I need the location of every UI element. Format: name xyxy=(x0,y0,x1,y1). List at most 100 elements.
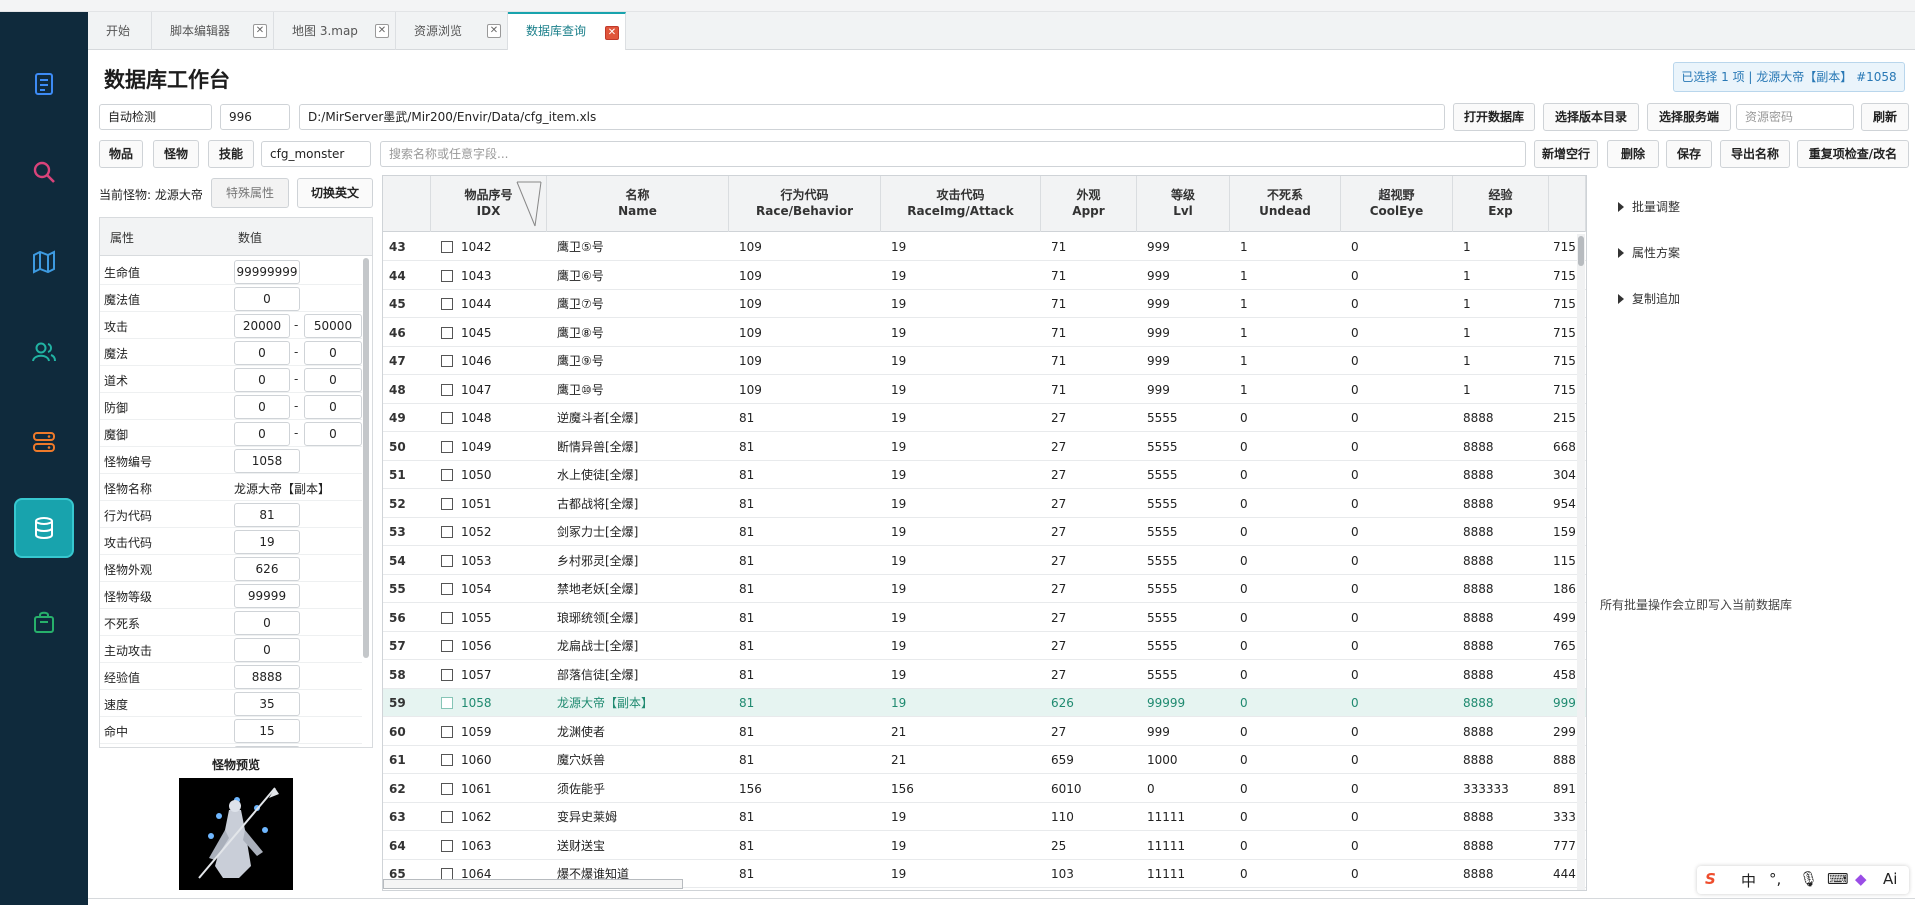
grid-column-header[interactable] xyxy=(383,176,431,232)
ime-ai[interactable]: Ai xyxy=(1883,870,1897,888)
grid-horizontal-scrollbar[interactable] xyxy=(383,879,683,889)
password-input[interactable]: 资源密码 xyxy=(1736,104,1854,130)
row-checkbox[interactable] xyxy=(441,355,453,367)
nav-bag-icon[interactable] xyxy=(14,592,74,652)
table-row[interactable]: 60 1059 龙渊使者 81 21 27 999 0 0 8888 299 xyxy=(383,718,1586,746)
close-icon[interactable]: ✕ xyxy=(253,24,267,38)
detect-select[interactable]: 自动检测 xyxy=(99,104,212,130)
table-row[interactable]: 45 1044 鹰卫⑦号 109 19 71 999 1 0 1 715 xyxy=(383,290,1586,318)
skin-icon[interactable]: ◆ xyxy=(1855,870,1867,888)
refresh-button[interactable]: 刷新 xyxy=(1861,103,1909,131)
ime-language[interactable]: 中 xyxy=(1741,870,1756,891)
tab-database-query[interactable]: 数据库查询 ✕ xyxy=(508,12,626,50)
table-row[interactable]: 54 1053 乡村邪灵[全爆] 81 19 27 5555 0 0 8888 115 xyxy=(383,547,1586,575)
property-value-input[interactable]: 99999999 xyxy=(234,260,300,284)
property-value-input[interactable]: 0 xyxy=(234,422,290,446)
property-scrollbar[interactable] xyxy=(363,258,369,658)
grid-column-header[interactable]: 超视野 CoolEye xyxy=(1341,176,1453,232)
property-value-input[interactable]: 750 xyxy=(234,746,300,747)
grid-vertical-scrollbar[interactable] xyxy=(1577,234,1585,890)
tab-script-editor[interactable]: 脚本编辑器 ✕ xyxy=(152,12,274,50)
row-checkbox[interactable] xyxy=(441,611,453,624)
number-field[interactable]: 996 xyxy=(220,104,290,130)
table-row[interactable]: 49 1048 逆魔斗者[全爆] 81 19 27 5555 0 0 8888 215 xyxy=(383,404,1586,432)
nav-database-icon[interactable] xyxy=(14,498,74,558)
nav-users-icon[interactable] xyxy=(14,322,74,382)
property-value-input[interactable]: 99999 xyxy=(234,584,300,608)
export-names-button[interactable]: 导出名称 xyxy=(1720,140,1790,168)
row-checkbox[interactable] xyxy=(441,697,453,709)
grid-column-header[interactable]: 等级 Lvl xyxy=(1137,176,1230,232)
property-value-input[interactable]: 20000 xyxy=(234,314,290,338)
grid-column-header[interactable]: 外观 Appr xyxy=(1041,176,1137,232)
property-value-input[interactable]: 15 xyxy=(234,719,300,743)
grid-column-header[interactable]: 名称 Name xyxy=(547,176,729,232)
grid-column-header[interactable] xyxy=(1549,176,1586,232)
row-checkbox[interactable] xyxy=(441,640,453,652)
property-value-input[interactable]: 0 xyxy=(234,287,300,311)
property-value-input[interactable]: 0 xyxy=(234,341,290,365)
table-row[interactable]: 59 1058 龙源大帝【副本】 81 19 626 99999 0 0 8888 999 xyxy=(383,689,1586,717)
tab-start[interactable]: 开始 xyxy=(88,12,152,50)
row-checkbox[interactable] xyxy=(441,782,453,795)
toggle-english-button[interactable]: 切换英文 xyxy=(297,178,373,208)
nav-document-icon[interactable] xyxy=(14,54,74,114)
table-row[interactable]: 56 1055 琅琊统领[全爆] 81 19 27 5555 0 0 8888 499 xyxy=(383,604,1586,632)
property-max-input[interactable]: 0 xyxy=(304,422,362,446)
copy-append-toggle[interactable]: 复制追加 xyxy=(1618,290,1680,307)
grid-column-header[interactable]: 经验 Exp xyxy=(1453,176,1549,232)
property-value-input[interactable]: 35 xyxy=(234,692,300,716)
row-checkbox[interactable] xyxy=(441,298,453,310)
property-value-input[interactable]: 0 xyxy=(234,611,300,635)
table-row[interactable]: 58 1057 部落信徒[全爆] 81 19 27 5555 0 0 8888 458 xyxy=(383,661,1586,689)
property-max-input[interactable]: 0 xyxy=(304,368,362,392)
tab-resource-browser[interactable]: 资源浏览 ✕ xyxy=(396,12,508,50)
row-checkbox[interactable] xyxy=(441,383,453,396)
nav-search-icon[interactable] xyxy=(14,142,74,202)
table-row[interactable]: 51 1050 水上使徒[全爆] 81 19 27 5555 0 0 8888 304 xyxy=(383,461,1586,489)
row-checkbox[interactable] xyxy=(441,583,453,595)
property-value-input[interactable]: 1058 xyxy=(234,449,300,473)
property-value-input[interactable]: 0 xyxy=(234,368,290,392)
property-max-input[interactable]: 50000 xyxy=(304,314,362,338)
property-value-input[interactable]: 19 xyxy=(234,530,300,554)
row-checkbox[interactable] xyxy=(441,554,453,567)
row-checkbox[interactable] xyxy=(441,469,453,481)
choose-version-button[interactable]: 选择版本目录 xyxy=(1543,103,1639,131)
close-icon[interactable]: ✕ xyxy=(487,24,501,38)
table-row[interactable]: 55 1054 禁地老妖[全爆] 81 19 27 5555 0 0 8888 186 xyxy=(383,575,1586,603)
property-value-input[interactable]: 8888 xyxy=(234,665,300,689)
table-row[interactable]: 48 1047 鹰卫⑩号 109 19 71 999 1 0 1 715 xyxy=(383,376,1586,404)
ime-punctuation[interactable]: °, xyxy=(1769,870,1781,888)
row-checkbox[interactable] xyxy=(441,668,453,681)
table-row[interactable]: 53 1052 剑冢力士[全爆] 81 19 27 5555 0 0 8888 159 xyxy=(383,518,1586,546)
row-checkbox[interactable] xyxy=(441,326,453,339)
row-checkbox[interactable] xyxy=(441,839,453,852)
close-icon[interactable]: ✕ xyxy=(605,26,619,40)
row-checkbox[interactable] xyxy=(441,754,453,766)
row-checkbox[interactable] xyxy=(441,497,453,510)
property-value-input[interactable]: 0 xyxy=(234,395,290,419)
row-checkbox[interactable] xyxy=(441,440,453,453)
new-row-button[interactable]: 新增空行 xyxy=(1534,140,1598,168)
property-value-input[interactable]: 81 xyxy=(234,503,300,527)
special-attr-button[interactable]: 特殊属性 xyxy=(211,178,289,208)
property-max-input[interactable]: 0 xyxy=(304,395,362,419)
skill-button[interactable]: 技能 xyxy=(208,140,254,168)
keyboard-icon[interactable]: ⌨ xyxy=(1827,870,1849,888)
table-row[interactable]: 63 1062 变异史莱姆 81 19 110 11111 0 0 8888 333 xyxy=(383,803,1586,831)
grid-column-header[interactable]: 不死系 Undead xyxy=(1230,176,1341,232)
dup-check-button[interactable]: 重复项检查/改名 xyxy=(1797,140,1909,168)
open-db-button[interactable]: 打开数据库 xyxy=(1453,103,1535,131)
table-row[interactable]: 43 1042 鹰卫⑤号 109 19 71 999 1 0 1 715 xyxy=(383,233,1586,261)
nav-server-icon[interactable] xyxy=(14,412,74,472)
row-checkbox[interactable] xyxy=(441,811,453,823)
delete-button[interactable]: 删除 xyxy=(1607,140,1659,168)
close-icon[interactable]: ✕ xyxy=(375,24,389,38)
table-row[interactable]: 46 1045 鹰卫⑧号 109 19 71 999 1 0 1 715 xyxy=(383,319,1586,347)
save-button[interactable]: 保存 xyxy=(1666,140,1712,168)
ime-logo-icon[interactable]: S xyxy=(1705,870,1716,888)
item-button[interactable]: 物品 xyxy=(99,140,143,168)
table-row[interactable]: 44 1043 鹰卫⑥号 109 19 71 999 1 0 1 715 xyxy=(383,262,1586,290)
table-row[interactable]: 57 1056 龙扁战士[全爆] 81 19 27 5555 0 0 8888 765 xyxy=(383,632,1586,660)
